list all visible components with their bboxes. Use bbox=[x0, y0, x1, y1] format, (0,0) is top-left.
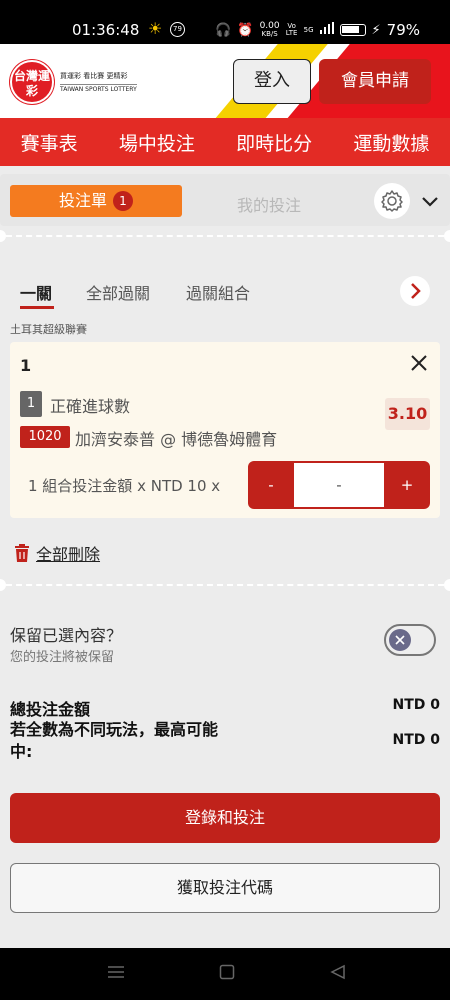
divider-notch-right-2 bbox=[444, 579, 450, 591]
status-bar: 01:36:48 ☀ 79 🎧 ⏰ 0.00 KB/S Vo LTE 5G ⚡ … bbox=[0, 0, 450, 44]
login-button[interactable]: 登入 bbox=[233, 59, 311, 104]
bet-card: 1 1 正確進球數 3.10 1020 加濟安泰普 @ 博德魯姆體育 1 組合投… bbox=[10, 342, 440, 518]
volte-indicator: Vo LTE bbox=[285, 22, 298, 37]
quantity-stepper: - - + bbox=[248, 461, 430, 509]
keep-selections-label: 保留已選內容？ bbox=[10, 626, 123, 645]
back-icon[interactable] bbox=[330, 964, 346, 980]
nav-item-sports-data[interactable]: 運動數據 bbox=[349, 129, 433, 156]
keep-selections-subtext: 您的投注將被保留 bbox=[10, 650, 115, 665]
battery-percent: 79% bbox=[386, 21, 420, 39]
nav-item-live-betting[interactable]: 場中投注 bbox=[115, 129, 199, 156]
nav-item-schedule[interactable]: 賽事表 bbox=[17, 129, 82, 156]
status-icons: 🎧 ⏰ 0.00 KB/S Vo LTE 5G ⚡ 79% bbox=[215, 21, 420, 39]
divider-dashed-2 bbox=[6, 584, 444, 586]
tab-betslip-label: 投注單 bbox=[58, 191, 107, 210]
max-win-label: 若全數為不同玩法，最高可能中: bbox=[10, 720, 219, 761]
bet-number: 1 bbox=[20, 356, 32, 375]
max-win-value: NTD 0 bbox=[392, 732, 440, 748]
close-icon[interactable] bbox=[410, 354, 428, 372]
betslip-count-badge: 1 bbox=[113, 191, 133, 211]
league-name: 土耳其超級聯賽 bbox=[10, 323, 87, 336]
charging-icon: ⚡ bbox=[371, 22, 381, 38]
next-tab-button[interactable] bbox=[400, 276, 430, 306]
chevron-right-icon bbox=[411, 283, 421, 299]
active-tab-indicator bbox=[20, 306, 54, 309]
menu-icon[interactable] bbox=[107, 964, 125, 980]
logo-tagline: 買運彩 看比賽 更精彩 bbox=[60, 72, 128, 80]
tab-betslip[interactable]: 投注單 1 bbox=[10, 185, 182, 217]
divider-notch-right bbox=[444, 230, 450, 242]
system-nav-bar bbox=[0, 948, 450, 1000]
tab-single[interactable]: 一關 bbox=[20, 280, 52, 304]
tab-all-parlay[interactable]: 全部過關 bbox=[86, 280, 150, 304]
match-code: 1020 bbox=[20, 426, 70, 448]
stake-label: 1 組合投注金額 x NTD 10 x bbox=[28, 477, 221, 495]
decrement-button[interactable]: - bbox=[248, 461, 294, 509]
chevron-down-icon[interactable] bbox=[420, 196, 440, 208]
toggle-knob bbox=[389, 629, 411, 651]
nav-item-live-scores[interactable]: 即時比分 bbox=[232, 129, 316, 156]
sun-icon: ☀ bbox=[148, 19, 163, 38]
match-name: 加濟安泰普 @ 博德魯姆體育 bbox=[75, 430, 278, 449]
login-and-bet-button[interactable]: 登錄和投注 bbox=[10, 793, 440, 843]
battery-icon bbox=[339, 24, 366, 36]
keep-selections-toggle[interactable] bbox=[384, 624, 436, 656]
selection-index: 1 bbox=[20, 391, 42, 417]
total-stake-value: NTD 0 bbox=[392, 697, 440, 713]
member-signup-button[interactable]: 會員申請 bbox=[319, 59, 431, 104]
odds-badge: 3.10 bbox=[385, 398, 430, 430]
delete-all-button[interactable]: 全部刪除 bbox=[14, 541, 100, 565]
divider-dashed bbox=[6, 235, 444, 237]
clock: 01:36:48 bbox=[72, 21, 140, 39]
logo-english: TAIWAN SPORTS LOTTERY bbox=[60, 84, 137, 93]
betslip-panel: 投注單 1 我的投注 一關 全部過關 過關組合 土耳其超級聯賽 1 1 正確進球… bbox=[0, 166, 450, 948]
total-stake-label: 總投注金額 bbox=[10, 700, 91, 719]
logo[interactable]: 台灣運彩 bbox=[10, 60, 54, 104]
get-bet-code-button[interactable]: 獲取投注代碼 bbox=[10, 863, 440, 913]
headphones-icon: 🎧 bbox=[215, 22, 232, 38]
alarm-icon: ⏰ bbox=[237, 22, 254, 38]
data-speed: 0.00 KB/S bbox=[260, 22, 280, 38]
settings-button[interactable] bbox=[374, 183, 410, 219]
tab-my-bets[interactable]: 我的投注 bbox=[237, 192, 301, 216]
trash-icon bbox=[15, 544, 29, 562]
weather-badge: 79 bbox=[170, 22, 185, 37]
network-type: 5G bbox=[303, 25, 314, 34]
bet-type-tabs: 一關 全部過關 過關組合 bbox=[0, 276, 450, 316]
betslip-tabs: 投注單 1 我的投注 bbox=[0, 174, 450, 226]
signal-icon bbox=[319, 22, 334, 38]
tab-parlay-combo[interactable]: 過關組合 bbox=[186, 280, 250, 304]
gear-icon bbox=[381, 190, 403, 212]
delete-all-label: 全部刪除 bbox=[36, 545, 101, 564]
main-nav: 賽事表 場中投注 即時比分 運動數據 bbox=[0, 118, 450, 166]
selection-name: 正確進球數 bbox=[50, 397, 131, 416]
app-header: 台灣運彩 買運彩 看比賽 更精彩 TAIWAN SPORTS LOTTERY 登… bbox=[0, 44, 450, 118]
quantity-input[interactable]: - bbox=[294, 463, 384, 507]
x-icon bbox=[395, 635, 405, 645]
home-icon[interactable] bbox=[219, 964, 235, 980]
data-speed-unit: KB/S bbox=[261, 30, 278, 38]
increment-button[interactable]: + bbox=[384, 461, 430, 509]
